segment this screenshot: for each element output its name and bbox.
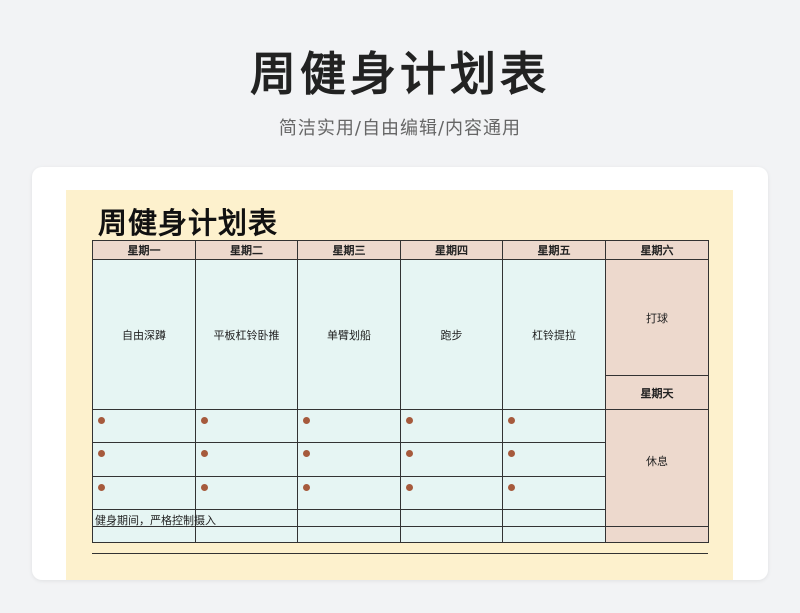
bullet-dot-icon — [508, 450, 515, 458]
workout-cell-monday[interactable]: 自由深蹲 — [92, 259, 196, 410]
bullet-cell[interactable] — [297, 442, 401, 477]
bullet-dot-icon — [201, 483, 208, 491]
bullet-row: 休息 — [92, 408, 709, 543]
saturday-activity-cell[interactable]: 打球 — [605, 258, 709, 377]
day-header-row: 星期一 星期二 星期三 星期四 星期五 星期六 — [92, 240, 709, 260]
bullet-cell[interactable] — [195, 408, 298, 444]
bullet-cell[interactable] — [297, 408, 401, 444]
bullet-dot-icon — [406, 417, 413, 424]
bullet-dot-icon — [98, 417, 105, 424]
bullet-dot-icon — [201, 417, 208, 424]
bullet-cell[interactable] — [400, 442, 503, 477]
day-header-wednesday: 星期三 — [297, 240, 401, 260]
bullet-cell[interactable] — [502, 475, 606, 510]
bullet-cell[interactable] — [400, 408, 503, 444]
workout-cell-tuesday[interactable]: 平板杠铃卧推 — [195, 259, 298, 410]
day-header-friday: 星期五 — [502, 240, 606, 260]
bullet-dot-icon — [303, 483, 310, 491]
note-line — [92, 526, 708, 527]
bullet-cell[interactable] — [92, 475, 196, 510]
sheet-title: 周健身计划表 — [98, 206, 279, 240]
bullet-cell[interactable] — [92, 408, 196, 444]
workout-row: 自由深蹲 平板杠铃卧推 单臂划船 跑步 杠铃提拉 打球 — [92, 258, 709, 410]
note-line — [92, 553, 708, 554]
bullet-dot-icon — [508, 417, 515, 424]
page-subtitle: 简洁实用/自由编辑/内容通用 — [278, 118, 522, 139]
bullet-dot-icon — [201, 450, 208, 458]
bullet-cell[interactable] — [400, 475, 503, 510]
bullet-cell[interactable] — [297, 475, 401, 510]
bullet-cell[interactable] — [195, 442, 298, 477]
day-header-tuesday: 星期二 — [195, 240, 298, 260]
bullet-cell[interactable] — [195, 475, 298, 510]
bullet-cell[interactable] — [502, 442, 606, 477]
workout-cell-thursday[interactable]: 跑步 — [400, 259, 503, 410]
weekly-plan-table: 星期一 星期二 星期三 星期四 星期五 星期六 自由深蹲 平板杠铃卧推 单臂划船… — [92, 240, 709, 544]
workout-cell-wednesday[interactable]: 单臂划船 — [297, 259, 401, 410]
bullet-dot-icon — [508, 483, 515, 491]
bullet-dot-icon — [98, 450, 105, 458]
day-header-thursday: 星期四 — [400, 240, 503, 260]
page-title: 周健身计划表 — [250, 47, 550, 101]
bullet-dot-icon — [303, 450, 310, 458]
bullet-dot-icon — [406, 483, 413, 491]
bullet-dot-icon — [406, 450, 413, 458]
day-header-monday: 星期一 — [92, 240, 196, 260]
workout-cell-friday[interactable]: 杠铃提拉 — [502, 259, 606, 410]
bullet-dot-icon — [98, 483, 105, 491]
bullet-dot-icon — [303, 417, 310, 424]
day-header-saturday: 星期六 — [605, 240, 709, 260]
sunday-activity-label: 休息 — [646, 455, 668, 468]
bullet-cell[interactable] — [92, 442, 196, 477]
sunday-activity-cell[interactable]: 休息 — [605, 409, 709, 543]
bullet-cell[interactable] — [502, 408, 606, 444]
